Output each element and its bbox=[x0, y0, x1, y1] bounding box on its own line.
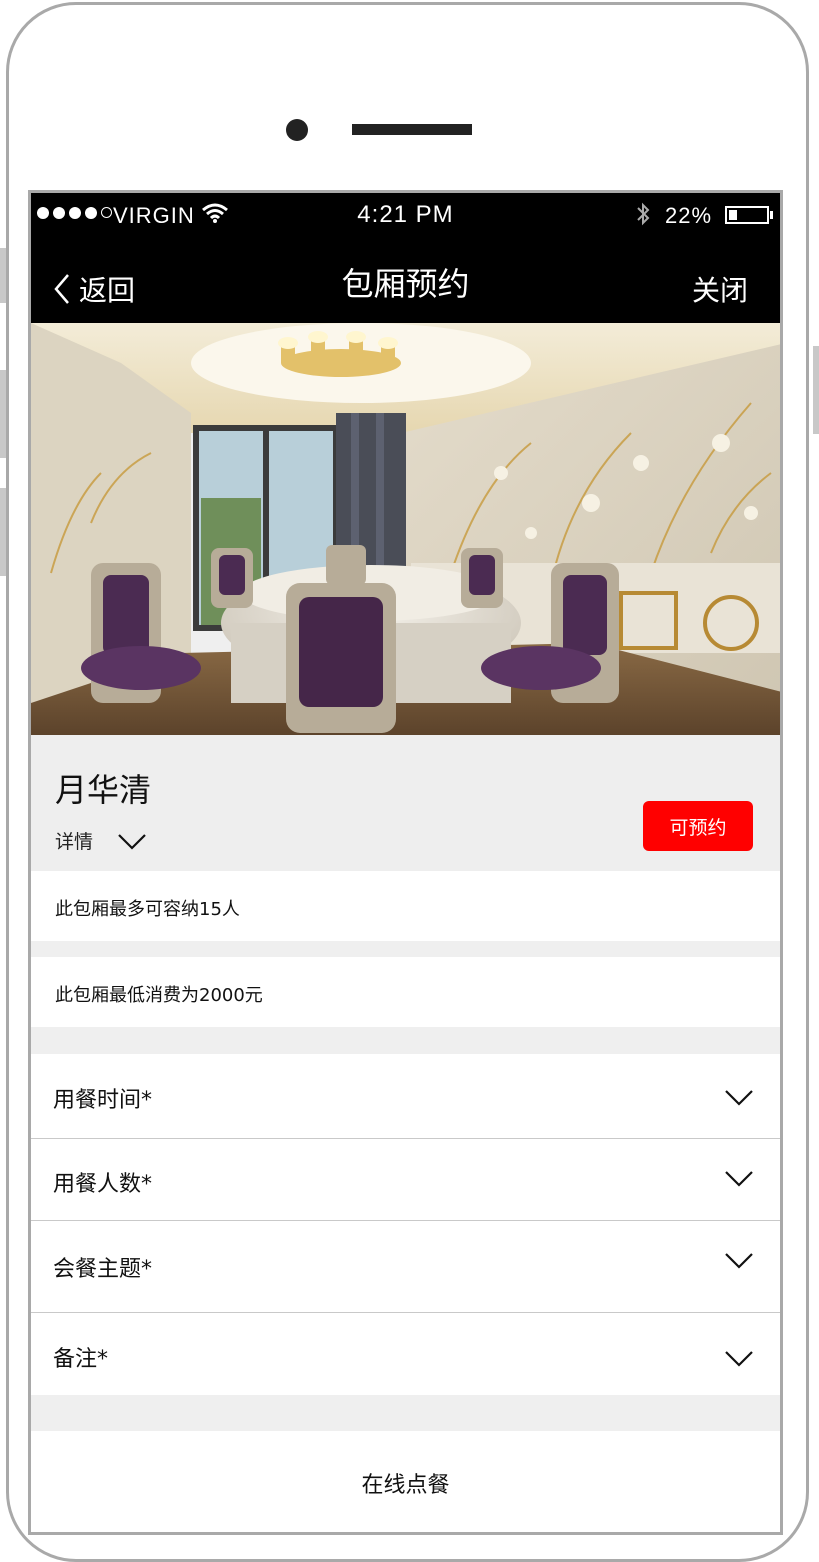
min-spend-row: 此包厢最低消费为2000元 bbox=[31, 957, 780, 1027]
battery-tip bbox=[770, 211, 773, 219]
chevron-down-icon bbox=[725, 1171, 753, 1187]
reserve-button[interactable]: 可预约 bbox=[643, 801, 753, 851]
phone-side-button bbox=[0, 248, 6, 303]
min-spend-text: 此包厢最低消费为2000元 bbox=[55, 985, 263, 1006]
chevron-down-icon bbox=[725, 1090, 753, 1106]
details-label: 详情 bbox=[55, 831, 94, 853]
phone-volume-up-button bbox=[0, 370, 6, 458]
field-label: 会餐主题* bbox=[53, 1257, 153, 1282]
field-remarks[interactable]: 备注* bbox=[31, 1313, 780, 1395]
details-toggle[interactable]: 详情 bbox=[55, 827, 147, 854]
front-camera bbox=[286, 119, 308, 141]
bluetooth-icon bbox=[637, 202, 650, 226]
online-order-button[interactable]: 在线点餐 bbox=[31, 1431, 780, 1532]
earpiece-speaker bbox=[352, 124, 472, 135]
room-photo bbox=[31, 323, 780, 735]
field-label: 备注* bbox=[53, 1347, 109, 1372]
nav-bar: 返回 包厢预约 关闭 bbox=[31, 241, 780, 323]
phone-power-button bbox=[813, 346, 819, 434]
field-dining-time[interactable]: 用餐时间* bbox=[31, 1054, 780, 1139]
room-info-panel: 月华清 详情 可预约 bbox=[31, 735, 780, 871]
chevron-down-icon bbox=[725, 1351, 753, 1367]
battery-percentage: 22% bbox=[665, 203, 713, 228]
capacity-text: 此包厢最多可容纳15人 bbox=[55, 899, 240, 920]
field-label: 用餐人数* bbox=[53, 1172, 153, 1197]
room-photo-illustration bbox=[31, 323, 780, 735]
app-screen: VIRGIN 4:21 PM 22% 返回 包厢预约 关闭 月华清 详情 可预约… bbox=[28, 190, 783, 1535]
page-title: 包厢预约 bbox=[341, 265, 470, 303]
field-meal-theme[interactable]: 会餐主题* bbox=[31, 1221, 780, 1313]
room-name: 月华清 bbox=[55, 771, 152, 809]
status-bar: VIRGIN 4:21 PM 22% bbox=[31, 193, 780, 241]
chevron-down-icon bbox=[725, 1253, 753, 1269]
close-button[interactable]: 关闭 bbox=[692, 269, 748, 309]
online-order-label: 在线点餐 bbox=[361, 1473, 450, 1498]
field-guest-count[interactable]: 用餐人数* bbox=[31, 1139, 780, 1221]
battery-icon bbox=[725, 206, 769, 224]
phone-volume-down-button bbox=[0, 488, 6, 576]
chevron-down-icon bbox=[118, 833, 146, 850]
capacity-row: 此包厢最多可容纳15人 bbox=[31, 871, 780, 941]
field-label: 用餐时间* bbox=[53, 1088, 153, 1113]
